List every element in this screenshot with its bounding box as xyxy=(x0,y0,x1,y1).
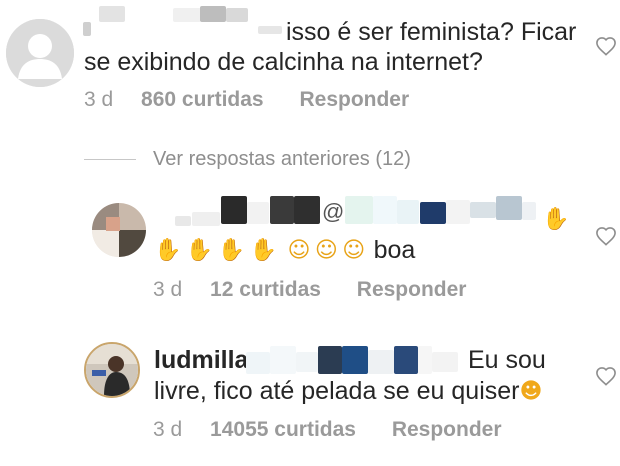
censored-username xyxy=(200,6,226,22)
reply-button[interactable]: Responder xyxy=(299,88,409,111)
default-avatar[interactable] xyxy=(6,19,74,87)
comment-likes[interactable]: 860 curtidas xyxy=(141,88,264,111)
censored-username xyxy=(270,346,296,374)
reply-meta: 3 d 14055 curtidas Responder xyxy=(153,418,502,442)
reply-button[interactable]: Responder xyxy=(357,278,467,301)
avatar-photo xyxy=(86,344,138,396)
censored-username xyxy=(446,200,470,224)
censored-username xyxy=(294,196,320,224)
censored-username xyxy=(432,352,458,372)
censored-username xyxy=(496,196,522,220)
face-blowing-kiss-icon: ☻ xyxy=(519,379,543,405)
user-avatar[interactable] xyxy=(84,342,140,398)
heart-icon[interactable] xyxy=(595,226,617,246)
comment-text-line-2: se exibindo de calcinha na internet? xyxy=(84,48,483,76)
reply-time: 3 d xyxy=(153,418,183,441)
comment-text-line-1: isso é ser feminista? Ficar xyxy=(286,18,577,46)
censored-username xyxy=(418,346,432,374)
comment-time: 3 d xyxy=(84,88,114,111)
waving-hand-icon: ✋ xyxy=(185,237,214,263)
censored-username xyxy=(318,346,342,374)
waving-hand-icon: ✋ xyxy=(249,237,277,263)
censored-username xyxy=(470,202,496,218)
username[interactable]: ludmilla xyxy=(154,345,248,376)
view-replies-label: Ver respostas anteriores (12) xyxy=(153,147,411,170)
censored-username xyxy=(342,346,368,374)
reply-likes[interactable]: 14055 curtidas xyxy=(210,418,356,441)
grinning-face-icon: ☺ xyxy=(287,237,311,263)
waving-hand-icon: ✋ xyxy=(542,207,570,232)
censored-username xyxy=(522,202,536,220)
censored-username xyxy=(175,216,191,226)
reply-emoji-line: ✋ ✋ ✋ ✋ ☺ ☺ ☺ boa xyxy=(154,236,415,266)
reply-text-line-2: livre, fico até pelada se eu quiser☻ xyxy=(154,376,542,407)
reply-text: boa xyxy=(373,236,416,264)
waving-hand-icon: ✋ xyxy=(217,237,246,263)
censored-username xyxy=(296,352,318,372)
censored-username xyxy=(368,350,394,374)
reply-text-line-1: Eu sou xyxy=(468,346,546,374)
heart-icon[interactable] xyxy=(595,366,617,386)
censored-username xyxy=(226,8,248,22)
grinning-face-icon: ☺ xyxy=(342,237,366,263)
divider-line xyxy=(84,158,136,160)
comment-meta: 3 d 860 curtidas Responder xyxy=(84,88,409,112)
censored-username xyxy=(270,196,294,224)
avatar-photo xyxy=(92,203,146,257)
user-avatar[interactable] xyxy=(92,203,146,257)
reply-likes[interactable]: 12 curtidas xyxy=(210,278,321,301)
view-previous-replies[interactable]: Ver respostas anteriores (12) xyxy=(84,146,411,172)
reply-button[interactable]: Responder xyxy=(392,418,502,441)
censored-username xyxy=(373,196,397,224)
reply-text-line-2-text: livre, fico até pelada se eu quiser xyxy=(154,377,520,405)
censored-username xyxy=(420,202,446,224)
censored-username xyxy=(192,212,220,226)
heart-icon[interactable] xyxy=(595,36,617,56)
censored-username xyxy=(394,346,418,374)
censored-username xyxy=(221,196,247,224)
censored-username xyxy=(83,22,91,36)
waving-hand-icon: ✋ xyxy=(154,237,182,263)
grinning-face-icon: ☺ xyxy=(314,237,338,263)
censored-username xyxy=(246,352,270,374)
comments-screen: isso é ser feminista? Ficar se exibindo … xyxy=(0,0,620,466)
reply-time: 3 d xyxy=(153,278,183,301)
person-silhouette-icon xyxy=(6,19,74,87)
censored-username xyxy=(397,200,419,224)
username-fragment: @ xyxy=(322,199,345,224)
censored-username xyxy=(247,202,269,224)
censored-username xyxy=(258,26,282,34)
censored-username xyxy=(345,196,373,224)
censored-username xyxy=(99,6,125,22)
censored-username xyxy=(173,8,201,22)
reply-meta: 3 d 12 curtidas Responder xyxy=(153,278,466,302)
